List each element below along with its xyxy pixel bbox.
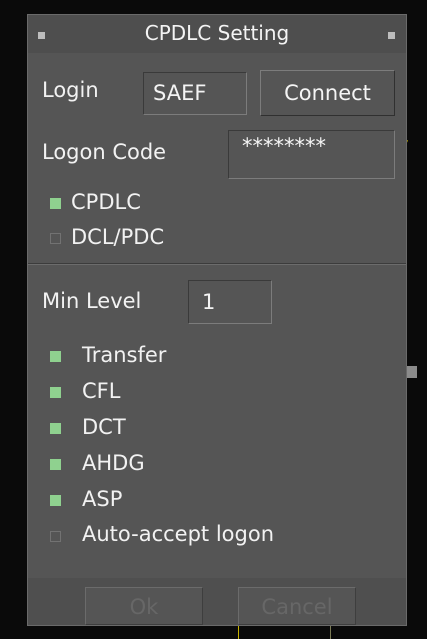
cpdlc-setting-window: CPDLC Setting Login SAEF Connect Logon C…: [27, 14, 407, 626]
auto-accept-logon-label: Auto-accept logon: [82, 522, 275, 546]
cancel-button[interactable]: Cancel: [238, 587, 356, 625]
min-level-field[interactable]: 1: [188, 280, 272, 324]
background-line-bottom-right: [330, 626, 331, 639]
cpdlc-checkbox[interactable]: [50, 198, 61, 209]
login-field[interactable]: SAEF: [143, 72, 247, 115]
login-label: Login: [42, 78, 99, 102]
ahdg-label: AHDG: [82, 451, 145, 475]
connect-button[interactable]: Connect: [260, 70, 395, 116]
cpdlc-label: CPDLC: [71, 190, 141, 214]
background-marker: [406, 366, 417, 378]
window-title: CPDLC Setting: [144, 21, 290, 45]
ahdg-checkbox[interactable]: [50, 459, 61, 470]
asp-label: ASP: [82, 487, 123, 511]
ok-button[interactable]: Ok: [85, 587, 203, 625]
dcl-pdc-label: DCL/PDC: [71, 225, 165, 249]
logon-code-field[interactable]: ********: [228, 130, 395, 179]
dct-label: DCT: [82, 415, 126, 439]
background-line-bottom-left: [238, 624, 239, 639]
title-bar-right-grip-icon: [388, 32, 395, 39]
min-level-label: Min Level: [42, 289, 142, 313]
title-bar[interactable]: CPDLC Setting: [28, 15, 406, 53]
cfl-label: CFL: [82, 379, 121, 403]
section-divider: [28, 263, 406, 265]
cfl-checkbox[interactable]: [50, 387, 61, 398]
auto-accept-logon-checkbox[interactable]: [50, 531, 61, 542]
asp-checkbox[interactable]: [50, 495, 61, 506]
transfer-checkbox[interactable]: [50, 351, 61, 362]
dct-checkbox[interactable]: [50, 423, 61, 434]
dialog-footer: Ok Cancel: [28, 578, 406, 625]
transfer-label: Transfer: [82, 343, 167, 367]
logon-code-label: Logon Code: [42, 140, 167, 164]
dcl-pdc-checkbox[interactable]: [50, 233, 61, 244]
